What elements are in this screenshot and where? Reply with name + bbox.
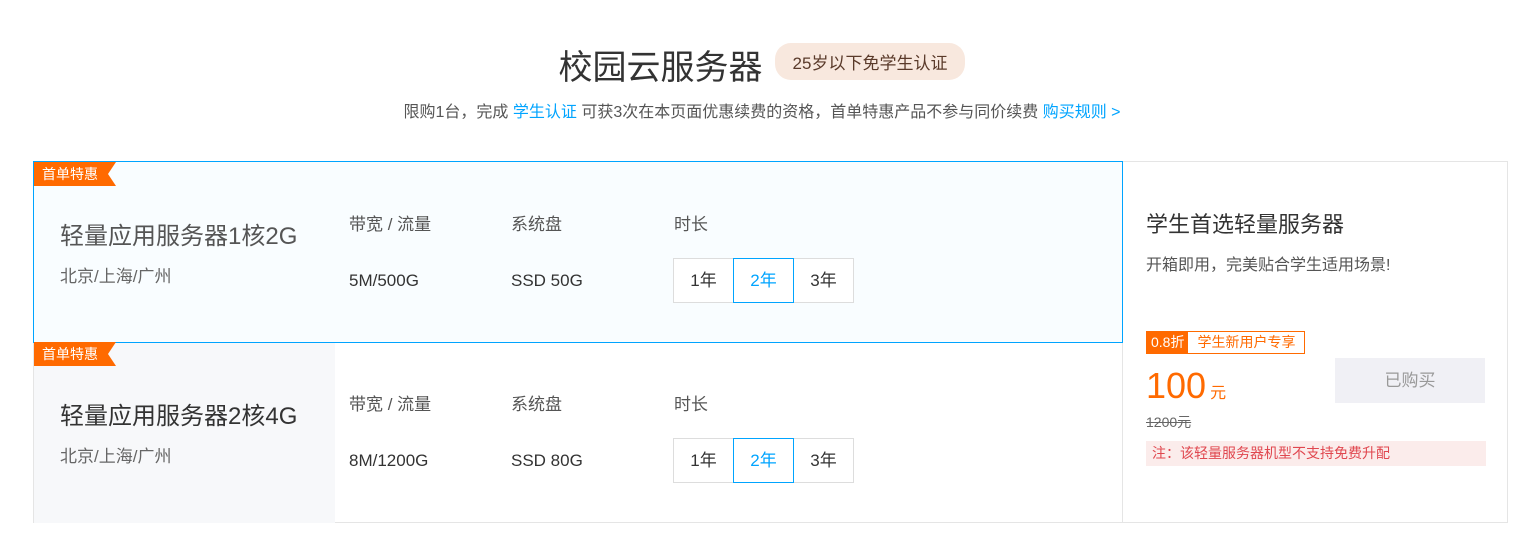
duration-3y[interactable]: 3年	[793, 438, 854, 483]
page-title: 校园云服务器	[558, 49, 763, 87]
purchase-sidebar: 学生首选轻量服务器 开箱即用，完美贴合学生适用场景! 0.8折 学生新用户专享 …	[1122, 162, 1508, 522]
duration-2y[interactable]: 2年	[733, 438, 794, 483]
subtitle-text-2: 可获3次在本页面优惠续费的资格，首单特惠产品不参与同价续费	[576, 104, 1043, 121]
original-price: 1200元	[1146, 414, 1192, 430]
product-regions: 北京/上海/广州	[60, 267, 172, 286]
discount-rate: 0.8折	[1147, 332, 1189, 353]
duration-label: 时长	[674, 395, 708, 414]
sidebar-desc: 开箱即用，完美贴合学生适用场景!	[1146, 257, 1391, 274]
purchased-button[interactable]: 已购买	[1335, 358, 1485, 403]
duration-1y[interactable]: 1年	[673, 438, 734, 483]
purchase-rules-link[interactable]: 购买规则 >	[1043, 104, 1121, 121]
duration-1y[interactable]: 1年	[673, 258, 734, 303]
student-auth-link[interactable]: 学生认证	[513, 104, 577, 121]
discount-label: 学生新用户专享	[1197, 334, 1296, 350]
disk-value: SSD 80G	[511, 451, 583, 470]
product-row[interactable]: 首单特惠 轻量应用服务器1核2G 北京/上海/广州 带宽 / 流量 系统盘 时长…	[33, 161, 1123, 343]
first-order-tag: 首单特惠	[34, 342, 116, 366]
duration-3y[interactable]: 3年	[793, 258, 854, 303]
first-order-tag: 首单特惠	[34, 162, 116, 186]
bandwidth-value: 8M/1200G	[349, 451, 429, 470]
sidebar-title: 学生首选轻量服务器	[1146, 212, 1345, 237]
disk-label: 系统盘	[511, 215, 562, 234]
bandwidth-label: 带宽 / 流量	[349, 395, 432, 414]
product-row[interactable]: 首单特惠 轻量应用服务器2核4G 北京/上海/广州 带宽 / 流量 系统盘 时长…	[34, 342, 1122, 523]
duration-2y[interactable]: 2年	[733, 258, 794, 303]
duration-selector: 1年 2年 3年	[673, 438, 854, 483]
product-name: 轻量应用服务器2核4G	[60, 403, 298, 430]
header: 校园云服务器 25岁以下免学生认证	[0, 40, 1524, 89]
duration-selector: 1年 2年 3年	[673, 258, 854, 303]
subtitle: 限购1台，完成 学生认证 可获3次在本页面优惠续费的资格，首单特惠产品不参与同价…	[0, 98, 1524, 122]
product-panel: 首单特惠 轻量应用服务器1核2G 北京/上海/广州 带宽 / 流量 系统盘 时长…	[33, 161, 1508, 523]
discount-badge: 0.8折 学生新用户专享	[1146, 331, 1306, 354]
bandwidth-label: 带宽 / 流量	[349, 215, 432, 234]
bandwidth-value: 5M/500G	[349, 271, 419, 290]
row-bg	[34, 342, 335, 523]
upgrade-note: 注：该轻量服务器机型不支持免费升配	[1146, 441, 1486, 466]
product-regions: 北京/上海/广州	[60, 447, 172, 466]
subtitle-text: 限购1台，完成	[403, 104, 513, 121]
product-name: 轻量应用服务器1核2G	[60, 223, 298, 250]
price: 100 元	[1146, 365, 1226, 407]
age-badge: 25岁以下免学生认证	[774, 43, 966, 80]
disk-label: 系统盘	[511, 395, 562, 414]
price-unit: 元	[1210, 385, 1227, 402]
disk-value: SSD 50G	[511, 271, 583, 290]
duration-label: 时长	[674, 215, 708, 234]
price-value: 100	[1146, 365, 1207, 406]
